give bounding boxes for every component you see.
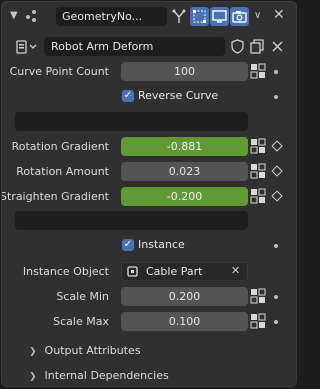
chevron-right-icon: ❯ [29,372,37,382]
attribute-toggle-icon[interactable] [250,288,267,305]
geometry-nodes-icon [26,10,40,22]
attribute-name-field[interactable] [15,112,248,131]
keyframe-diamond-icon[interactable] [271,190,283,202]
scale-min-field[interactable]: 0.200 [121,287,248,306]
curve-point-count-label: Curve Point Count [9,65,109,78]
rotation-amount-field[interactable]: 0.023 [121,162,248,181]
keyframe-dot-icon[interactable] [274,244,278,248]
attribute-name-field[interactable] [15,211,248,230]
keyframe-dot-icon[interactable] [274,95,278,99]
rotation-gradient-label: Rotation Gradient [11,140,109,153]
straighten-gradient-field[interactable]: -0.200 [121,187,248,206]
keyframe-diamond-icon[interactable] [271,165,283,177]
keyframe-diamond-icon[interactable] [271,140,283,152]
keyframe-dot-icon[interactable] [274,70,278,74]
chevron-right-icon: ❯ [29,347,37,357]
scale-max-label: Scale Max [53,315,109,328]
render-icon[interactable] [230,7,249,26]
subpanel-label: Internal Dependencies [44,369,169,382]
node-group-name-field[interactable]: Robot Arm Deform [44,37,225,56]
collapse-chevron-icon[interactable]: ▼ [10,10,18,21]
edit-mode-icon[interactable] [170,7,189,26]
instance-object-label: Instance Object [22,265,109,278]
node-group-browse-button[interactable] [15,38,42,56]
attribute-toggle-icon[interactable] [250,138,267,155]
keyframe-dot-icon[interactable] [274,320,278,324]
subpanel-label: Output Attributes [44,344,141,357]
viewport-icon[interactable] [210,7,229,26]
instance-object-field[interactable]: Cable Part ✕ [121,262,248,281]
curve-point-count-field[interactable]: 100 [121,62,248,81]
attribute-toggle-icon[interactable] [250,63,267,80]
reverse-curve-checkbox[interactable]: ✓ [122,90,134,102]
reverse-curve-label: Reverse Curve [138,89,219,102]
clear-icon[interactable]: ✕ [231,264,240,277]
modifier-name-field[interactable]: GeometryNo... [56,7,167,26]
subpanel-internal-dependencies[interactable]: ❯ Internal Dependencies [29,369,169,382]
attribute-toggle-icon[interactable] [250,163,267,180]
instance-label: Instance [138,238,185,251]
rotation-gradient-field[interactable]: -0.881 [121,137,248,156]
object-icon [126,265,139,281]
modifier-panel: ▼ GeometryNo... ∨ ✕ Robot Arm Deform Cur… [1,1,297,387]
close-icon[interactable]: ✕ [273,7,285,23]
fake-user-shield-icon[interactable] [228,37,247,56]
dropdown-chevron-icon[interactable]: ∨ [254,10,261,21]
keyframe-dot-icon[interactable] [274,295,278,299]
unlink-close-icon[interactable] [268,37,287,56]
subpanel-output-attributes[interactable]: ❯ Output Attributes [29,344,141,357]
instance-checkbox[interactable]: ✓ [122,239,134,251]
attribute-toggle-icon[interactable] [250,188,267,205]
scale-min-label: Scale Min [56,290,109,303]
attribute-toggle-icon[interactable] [250,313,267,330]
duplicate-icon[interactable] [248,37,267,56]
on-cage-icon[interactable] [190,7,209,26]
straighten-gradient-label: Straighten Gradient [1,190,109,203]
instance-object-name: Cable Part [146,265,203,278]
scale-max-field[interactable]: 0.100 [121,312,248,331]
rotation-amount-label: Rotation Amount [16,165,109,178]
